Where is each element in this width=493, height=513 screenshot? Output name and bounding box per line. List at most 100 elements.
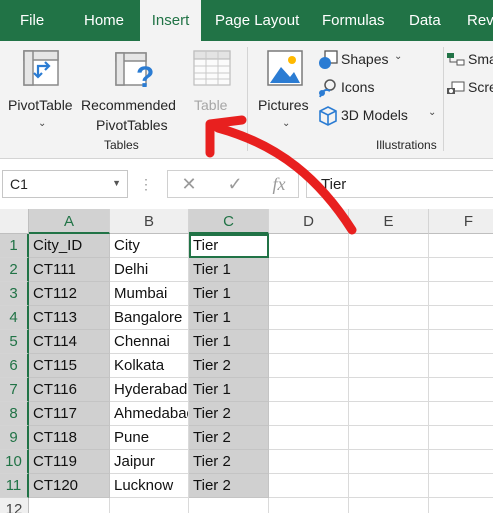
cell-e7[interactable] [349,378,429,402]
cell-f9[interactable] [429,426,493,450]
cell-c8[interactable]: Tier 2 [189,402,269,426]
row-header-9[interactable]: 9 [0,426,29,450]
enter-icon[interactable]: ✓ [222,170,248,198]
cell-e1[interactable] [349,234,429,258]
column-header-b[interactable]: B [110,209,189,234]
cell-c6[interactable]: Tier 2 [189,354,269,378]
cell-c11[interactable]: Tier 2 [189,474,269,498]
cell-a11[interactable]: CT120 [29,474,110,498]
cell-c5[interactable]: Tier 1 [189,330,269,354]
cell-d5[interactable] [269,330,349,354]
row-header-3[interactable]: 3 [0,282,29,306]
tab-page-layout[interactable]: Page Layout [215,0,299,41]
row-header-11[interactable]: 11 [0,474,29,498]
cell-d12[interactable] [269,498,349,513]
cell-f8[interactable] [429,402,493,426]
column-header-a[interactable]: A [29,209,110,234]
cell-c10[interactable]: Tier 2 [189,450,269,474]
cell-f2[interactable] [429,258,493,282]
cell-a1[interactable]: City_ID [29,234,110,258]
cell-c3[interactable]: Tier 1 [189,282,269,306]
cell-a4[interactable]: CT113 [29,306,110,330]
table-button[interactable]: Table [186,45,238,115]
cell-a9[interactable]: CT118 [29,426,110,450]
cell-d8[interactable] [269,402,349,426]
cell-d9[interactable] [269,426,349,450]
cell-e6[interactable] [349,354,429,378]
pictures-button[interactable]: Pictures ⌄ [254,45,316,137]
row-header-1[interactable]: 1 [0,234,29,258]
cell-e2[interactable] [349,258,429,282]
cell-a7[interactable]: CT116 [29,378,110,402]
cell-d10[interactable] [269,450,349,474]
cell-e4[interactable] [349,306,429,330]
column-header-f[interactable]: F [429,209,493,234]
tab-home[interactable]: Home [84,0,124,41]
chevron-down-icon[interactable]: ▼ [112,178,121,188]
formula-input[interactable]: Tier [306,170,493,198]
cell-e11[interactable] [349,474,429,498]
cell-f1[interactable] [429,234,493,258]
cell-b6[interactable]: Kolkata [110,354,189,378]
row-header-5[interactable]: 5 [0,330,29,354]
tab-file[interactable]: File [20,0,44,41]
cell-b7[interactable]: Hyderabad [110,378,189,402]
smartart-button[interactable]: Sma [446,49,493,71]
cell-d2[interactable] [269,258,349,282]
column-header-e[interactable]: E [349,209,429,234]
cell-a8[interactable]: CT117 [29,402,110,426]
row-header-7[interactable]: 7 [0,378,29,402]
cell-a3[interactable]: CT112 [29,282,110,306]
cell-c1[interactable]: Tier [189,234,269,258]
cell-b5[interactable]: Chennai [110,330,189,354]
row-header-12[interactable]: 12 [0,498,29,513]
row-header-2[interactable]: 2 [0,258,29,282]
name-box[interactable]: C1 ▼ [2,170,128,198]
cell-b4[interactable]: Bangalore [110,306,189,330]
cell-b8[interactable]: Ahmedabad [110,402,189,426]
cell-b12[interactable] [110,498,189,513]
cell-c7[interactable]: Tier 1 [189,378,269,402]
tab-insert[interactable]: Insert [140,0,201,41]
cell-a10[interactable]: CT119 [29,450,110,474]
cell-b3[interactable]: Mumbai [110,282,189,306]
3d-models-button[interactable]: 3D Models ⌄ [316,105,440,127]
cell-e12[interactable] [349,498,429,513]
cell-b2[interactable]: Delhi [110,258,189,282]
icons-button[interactable]: Icons [316,77,396,99]
cell-d3[interactable] [269,282,349,306]
tab-review[interactable]: Rev [467,0,493,41]
cell-f12[interactable] [429,498,493,513]
cell-f7[interactable] [429,378,493,402]
cell-f11[interactable] [429,474,493,498]
cell-d1[interactable] [269,234,349,258]
cell-b1[interactable]: City [110,234,189,258]
cell-a12[interactable] [29,498,110,513]
cell-e9[interactable] [349,426,429,450]
cell-d6[interactable] [269,354,349,378]
cell-b11[interactable]: Lucknow [110,474,189,498]
column-header-c[interactable]: C [189,209,269,234]
shapes-button[interactable]: Shapes ⌄ [316,49,408,71]
cell-d4[interactable] [269,306,349,330]
cell-d11[interactable] [269,474,349,498]
cell-a2[interactable]: CT111 [29,258,110,282]
cell-e5[interactable] [349,330,429,354]
cell-f4[interactable] [429,306,493,330]
select-all-corner[interactable] [0,209,29,234]
insert-function-button[interactable]: fx [266,170,292,198]
cell-c4[interactable]: Tier 1 [189,306,269,330]
cell-f5[interactable] [429,330,493,354]
cell-c9[interactable]: Tier 2 [189,426,269,450]
cell-b9[interactable]: Pune [110,426,189,450]
cell-e3[interactable] [349,282,429,306]
recommended-pivottables-button[interactable]: ? Recommended PivotTables [80,45,184,137]
cancel-icon[interactable]: ✕ [176,170,202,198]
cell-c12[interactable] [189,498,269,513]
column-header-d[interactable]: D [269,209,349,234]
screenshot-button[interactable]: Scre [446,77,493,99]
cell-f3[interactable] [429,282,493,306]
row-header-6[interactable]: 6 [0,354,29,378]
cell-d7[interactable] [269,378,349,402]
pivottable-button[interactable]: PivotTable ⌄ [2,45,80,137]
